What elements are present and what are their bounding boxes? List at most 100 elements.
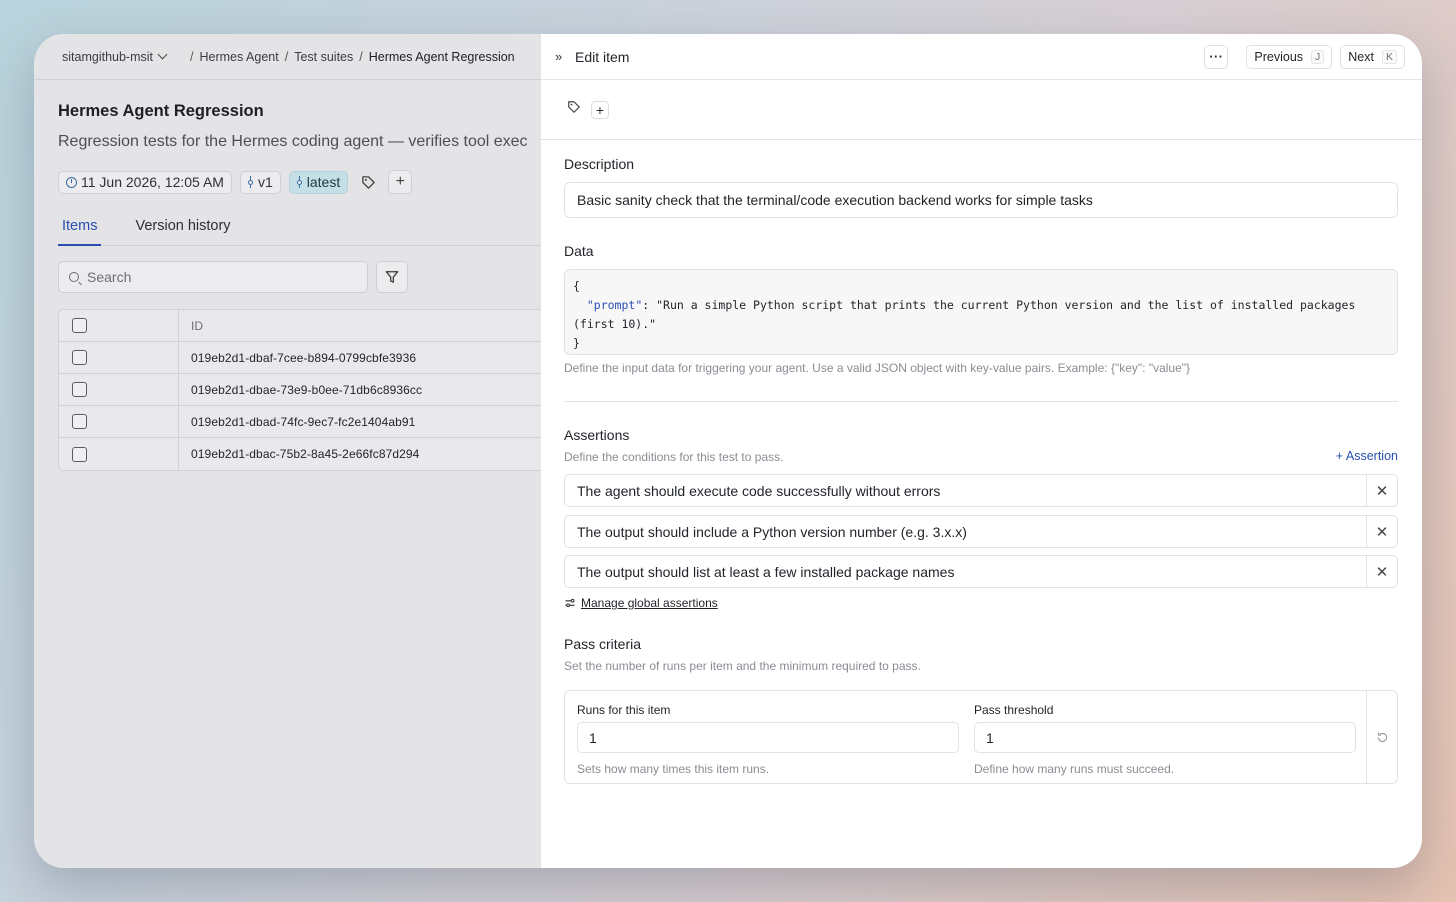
commit-icon [248, 176, 254, 188]
add-assertion-button[interactable]: + Assertion [1336, 449, 1398, 463]
previous-label: Previous [1254, 50, 1304, 64]
remove-assertion-button[interactable]: ✕ [1366, 556, 1397, 587]
pass-criteria-label: Pass criteria [564, 636, 642, 652]
breadcrumb-separator: / [359, 49, 363, 64]
description-field[interactable]: Basic sanity check that the terminal/cod… [564, 182, 1398, 218]
threshold-label: Pass threshold [974, 703, 1054, 717]
json-open-brace: { [573, 279, 580, 293]
search-input[interactable]: Search [58, 261, 368, 293]
column-header-id: ID [191, 318, 204, 333]
threshold-column: Pass threshold 1 Define how many runs mu… [974, 703, 1356, 776]
runs-help-text: Sets how many times this item runs. [577, 762, 770, 776]
next-button[interactable]: Next K [1340, 45, 1405, 69]
panel-header: » Edit item ··· Previous J Next K [541, 34, 1422, 80]
data-label: Data [564, 243, 594, 259]
table-row[interactable]: 019eb2d1-dbad-74fc-9ec7-fc2e1404ab91 [59, 406, 541, 438]
row-checkbox[interactable] [72, 382, 87, 397]
test-suite-page: sitamgithub-msit / Hermes Agent / Test s… [34, 34, 541, 868]
close-icon: ✕ [1375, 523, 1389, 541]
add-tag-button[interactable]: + [388, 170, 413, 194]
pass-criteria-box: Runs for this item 1 Sets how many times… [564, 690, 1398, 784]
sliders-icon [565, 598, 575, 608]
edit-item-panel: » Edit item ··· Previous J Next K + Desc… [541, 34, 1422, 868]
breadcrumb-item-agent[interactable]: Hermes Agent [199, 50, 278, 64]
data-help-text: Define the input data for triggering you… [564, 361, 1191, 375]
assertion-input[interactable]: The output should list at least a few in… [565, 564, 1366, 580]
assertions-label: Assertions [564, 427, 630, 443]
meta-row: 11 Jun 2026, 12:05 AM v1 latest + [58, 170, 413, 194]
add-item-tag-button[interactable]: + [591, 100, 609, 119]
latest-text: latest [306, 174, 341, 190]
assertion-field: The output should list at least a few in… [564, 555, 1398, 588]
chevron-down-icon [157, 49, 168, 60]
commit-icon [297, 176, 303, 188]
section-divider [564, 401, 1398, 402]
previous-button[interactable]: Previous J [1246, 45, 1333, 69]
manage-global-assertions-link[interactable]: Manage global assertions [564, 596, 718, 610]
threshold-input[interactable]: 1 [974, 722, 1356, 753]
table-header-row: ID [59, 310, 541, 342]
version-text: v1 [257, 174, 273, 190]
assertion-input[interactable]: The agent should execute code successful… [565, 483, 1366, 499]
remove-assertion-button[interactable]: ✕ [1366, 475, 1397, 506]
assertions-help-text: Define the conditions for this test to p… [564, 450, 784, 464]
page-title: Hermes Agent Regression [58, 102, 264, 120]
plus-icon: + [595, 101, 605, 118]
previous-shortcut: J [1311, 50, 1325, 64]
clock-icon [66, 176, 77, 188]
pass-criteria-help-text: Set the number of runs per item and the … [564, 659, 921, 673]
close-icon: ✕ [1375, 563, 1389, 581]
row-checkbox[interactable] [72, 414, 87, 429]
breadcrumb: sitamgithub-msit / Hermes Agent / Test s… [34, 34, 541, 80]
row-checkbox[interactable] [72, 350, 87, 365]
assertion-field: The output should include a Python versi… [564, 515, 1398, 548]
row-id: 019eb2d1-dbae-73e9-b0ee-71db6c8936cc [191, 382, 423, 397]
row-id: 019eb2d1-dbad-74fc-9ec7-fc2e1404ab91 [191, 414, 416, 429]
runs-column: Runs for this item 1 Sets how many times… [577, 703, 959, 776]
latest-tag-chip[interactable]: latest [288, 170, 349, 194]
runs-label: Runs for this item [577, 703, 671, 717]
next-label: Next [1348, 50, 1374, 64]
select-all-checkbox[interactable] [72, 318, 87, 333]
breadcrumb-item-test-suites[interactable]: Test suites [294, 50, 353, 64]
breadcrumb-separator: / [284, 49, 289, 64]
reset-criteria-button[interactable] [1366, 691, 1397, 783]
filter-button[interactable] [376, 261, 408, 293]
threshold-help-text: Define how many runs must succeed. [974, 762, 1175, 776]
breadcrumb-separator: / [190, 49, 194, 64]
tab-version-history[interactable]: Version history [131, 216, 234, 245]
close-icon: ✕ [1375, 482, 1389, 500]
app-window: sitamgithub-msit / Hermes Agent / Test s… [34, 34, 1422, 868]
next-shortcut: K [1381, 50, 1397, 64]
tag-icon[interactable] [356, 170, 380, 194]
org-switcher[interactable]: sitamgithub-msit [62, 49, 168, 64]
remove-assertion-button[interactable]: ✕ [1366, 516, 1397, 547]
json-key: "prompt" [586, 298, 643, 312]
row-id: 019eb2d1-dbaf-7cee-b894-0799cbfe3936 [191, 350, 417, 365]
tab-bar: Items Version history [58, 216, 541, 246]
search-icon [69, 272, 79, 282]
table-row[interactable]: 019eb2d1-dbac-75b2-8a45-2e66fc87d294 [59, 438, 541, 470]
assertion-input[interactable]: The output should include a Python versi… [565, 524, 1366, 540]
tag-icon[interactable] [567, 100, 581, 119]
manage-link-text: Manage global assertions [581, 596, 718, 610]
version-chip[interactable]: v1 [239, 170, 281, 194]
more-options-button[interactable]: ··· [1204, 45, 1229, 69]
collapse-panel-icon[interactable]: » [555, 49, 569, 64]
date-text: 11 Jun 2026, 12:05 AM [81, 174, 224, 190]
data-json-editor[interactable]: { "prompt": "Run a simple Python script … [564, 269, 1398, 355]
row-checkbox[interactable] [72, 446, 87, 462]
plus-icon: + [395, 173, 405, 190]
json-value: : "Run a simple Python script that print… [573, 298, 1363, 331]
items-table: ID 019eb2d1-dbaf-7cee-b894-0799cbfe3936 … [58, 309, 541, 471]
tab-items[interactable]: Items [58, 216, 102, 246]
item-tags-row: + [541, 80, 1422, 140]
table-row[interactable]: 019eb2d1-dbae-73e9-b0ee-71db6c8936cc [59, 374, 541, 406]
reset-icon [1377, 732, 1387, 742]
breadcrumb-item-current: Hermes Agent Regression [368, 49, 515, 64]
panel-title: Edit item [575, 48, 630, 65]
search-placeholder: Search [87, 269, 132, 285]
assertion-field: The agent should execute code successful… [564, 474, 1398, 507]
table-row[interactable]: 019eb2d1-dbaf-7cee-b894-0799cbfe3936 [59, 342, 541, 374]
runs-input[interactable]: 1 [577, 722, 959, 753]
